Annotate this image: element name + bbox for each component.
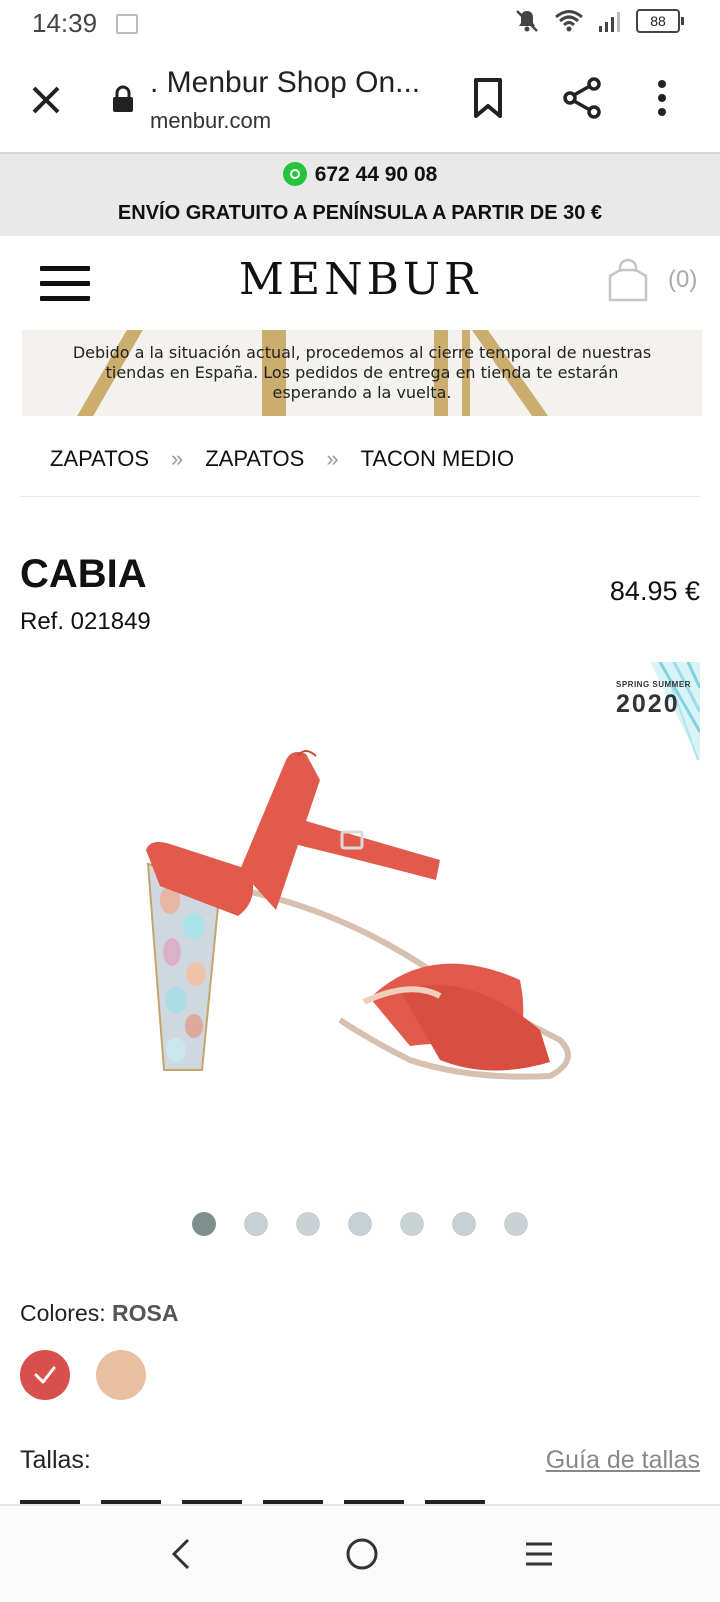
browser-toolbar: . Menbur Shop On... menbur.com (0, 48, 720, 154)
system-navigation-bar (0, 1504, 720, 1602)
mute-icon (516, 10, 538, 32)
season-badge: SPRING SUMMER 2020 (610, 662, 700, 762)
gallery-dot[interactable] (348, 1212, 372, 1236)
size-guide-link[interactable]: Guía de tallas (546, 1446, 700, 1475)
bookmark-icon[interactable] (468, 76, 508, 120)
product-ref: Ref. 021849 (20, 608, 151, 635)
more-options-icon[interactable] (650, 76, 674, 120)
season-year: 2020 (616, 690, 680, 718)
colors-label-text: Colores: (20, 1300, 106, 1326)
gallery-dot[interactable] (400, 1212, 424, 1236)
gallery-dot[interactable] (296, 1212, 320, 1236)
wifi-icon (555, 10, 583, 32)
season-label: SPRING SUMMER (616, 680, 691, 689)
back-icon[interactable] (168, 1536, 192, 1572)
image-notification-icon (116, 14, 138, 34)
product-price: 84.95 € (609, 576, 700, 606)
color-swatch-nude[interactable] (96, 1350, 146, 1400)
status-icons: 88 (514, 8, 684, 34)
colors-label: Colores: ROSA (20, 1300, 179, 1327)
gallery-dot[interactable] (452, 1212, 476, 1236)
check-icon (34, 1366, 56, 1384)
whatsapp-icon (282, 162, 307, 186)
page-url[interactable]: menbur.com (150, 108, 271, 134)
selected-color: ROSA (112, 1300, 179, 1326)
breadcrumb-item[interactable]: ZAPATOS (205, 446, 304, 472)
gallery-dot[interactable] (504, 1212, 528, 1236)
sizes-label: Tallas: (20, 1446, 91, 1474)
breadcrumb-item[interactable]: TACON MEDIO (361, 446, 515, 472)
recent-apps-icon[interactable] (524, 1540, 554, 1568)
share-icon[interactable] (560, 76, 604, 120)
signal-icon (599, 12, 620, 32)
status-bar: 14:39 88 (0, 0, 720, 48)
status-time: 14:39 (32, 8, 98, 38)
cart-count[interactable]: (0) (668, 266, 697, 294)
store-closure-text: Debido a la situación actual, procedemos… (72, 343, 652, 402)
phone-number[interactable]: 672 44 90 08 (315, 163, 438, 186)
breadcrumb: ZAPATOS » ZAPATOS » TACON MEDIO (50, 446, 514, 472)
breadcrumb-item[interactable]: ZAPATOS (50, 446, 149, 472)
battery-icon: 88 (636, 9, 684, 33)
promo-bar: 672 44 90 08 ENVÍO GRATUITO A PENÍNSULA … (0, 154, 720, 236)
breadcrumb-separator: » (326, 446, 339, 471)
gallery-pagination (0, 1212, 720, 1236)
phone-line[interactable]: 672 44 90 08 (0, 162, 720, 187)
lock-icon (113, 85, 133, 112)
page-title[interactable]: . Menbur Shop On... (150, 66, 420, 100)
gallery-dot[interactable] (192, 1212, 216, 1236)
shopping-bag-icon[interactable] (606, 258, 650, 302)
home-icon[interactable] (344, 1536, 380, 1572)
breadcrumb-separator: » (171, 446, 184, 471)
product-image[interactable] (110, 740, 610, 1140)
product-name: CABIA (20, 552, 147, 596)
free-shipping-text: ENVÍO GRATUITO A PENÍNSULA A PARTIR DE 3… (117, 202, 603, 224)
gallery-dot[interactable] (244, 1212, 268, 1236)
color-swatch-rosa[interactable] (20, 1350, 70, 1400)
close-icon[interactable] (26, 80, 66, 120)
divider (20, 496, 700, 497)
store-closure-banner: Debido a la situación actual, procedemos… (22, 330, 702, 416)
